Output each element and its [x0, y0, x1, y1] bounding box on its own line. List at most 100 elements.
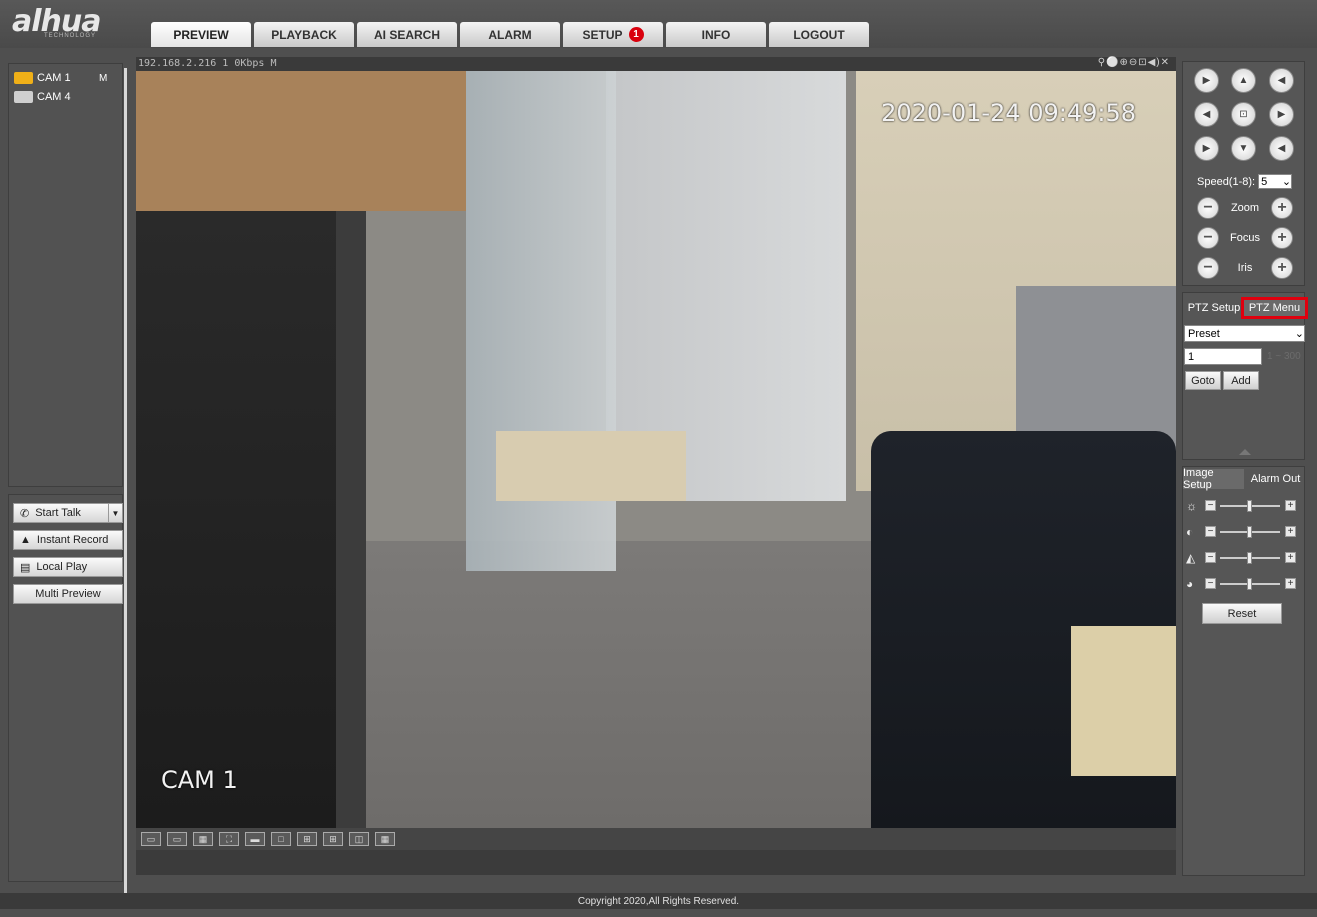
ptz-control-panel: ▶ ▲ ◀ ◀ ⊡ ▶ ▶ ▼ ◀ Speed(1-8): 5 ⌄ − Zoom … [1182, 61, 1305, 286]
ptz-right-icon[interactable]: ▶ [1269, 102, 1294, 127]
fluency-icon[interactable]: ▦ [193, 832, 213, 846]
chevron-down-icon: ▼ [111, 508, 120, 518]
brightness-slider-row: ☼ − + [1186, 499, 1302, 513]
ptz-speed-row: Speed(1-8): 5 ⌄ [1197, 174, 1293, 189]
tab-image-setup[interactable]: Image Setup [1183, 467, 1244, 491]
layout-8-icon[interactable]: ◫ [349, 832, 369, 846]
iris-plus-button[interactable]: + [1270, 257, 1293, 279]
hue-slider-thumb[interactable] [1247, 578, 1252, 590]
hue-plus-button[interactable]: + [1285, 578, 1296, 589]
saturation-minus-button[interactable]: − [1205, 552, 1216, 563]
scene-shelf [136, 211, 366, 828]
brand-logo-sub: TECHNOLOGY [44, 33, 97, 39]
main-stream-toggle[interactable]: M [99, 73, 107, 84]
video-status-bar: 192.168.2.216 1 0Kbps M ⚲⚪⊕⊖⊡◀)✕ [136, 57, 1176, 71]
add-button[interactable]: Add [1223, 371, 1259, 390]
record-icon: ▲ [20, 534, 31, 546]
notification-badge: 1 [628, 27, 644, 42]
brightness-icon: ☼ [1186, 499, 1197, 513]
multi-preview-button[interactable]: Multi Preview [13, 584, 123, 604]
tab-ai-search[interactable]: AI SEARCH [357, 22, 457, 47]
ptz-speed-select[interactable]: 5 ⌄ [1258, 174, 1293, 189]
layout-1x1-icon[interactable]: □ [271, 832, 291, 846]
scene-shelf-frame [336, 211, 366, 828]
panel-splitter[interactable] [124, 68, 127, 908]
live-video-view[interactable]: 2020-01-24 09:49:58 CAM 1 [136, 71, 1176, 828]
goto-button[interactable]: Goto [1185, 371, 1221, 390]
camera-icon [14, 91, 33, 103]
tab-ptz-menu[interactable]: PTZ Menu [1241, 297, 1308, 319]
brightness-plus-button[interactable]: + [1285, 500, 1296, 511]
video-camera-label: CAM 1 [161, 766, 238, 794]
iris-minus-button[interactable]: − [1197, 257, 1219, 279]
saturation-slider-row: ◭ − + [1186, 551, 1302, 565]
scene-desk [1071, 626, 1176, 776]
video-bottom-bar [136, 850, 1176, 875]
footer: Copyright 2020,All Rights Reserved. [0, 893, 1317, 909]
ptz-preset-panel: PTZ Setup PTZ Menu Preset ⌄ 1 1 ~ 300 Go… [1182, 292, 1308, 460]
ratio-original-icon[interactable]: ▭ [141, 832, 161, 846]
collapse-caret-icon[interactable] [1239, 449, 1251, 455]
ratio-adaptive-icon[interactable]: ▭ [167, 832, 187, 846]
tab-setup[interactable]: SETUP 1 [563, 22, 663, 47]
saturation-plus-button[interactable]: + [1285, 552, 1296, 563]
saturation-icon: ◭ [1186, 551, 1196, 565]
layout-1-icon[interactable]: ▬ [245, 832, 265, 846]
tab-ptz-setup[interactable]: PTZ Setup [1185, 297, 1243, 319]
tab-alarm-out[interactable]: Alarm Out [1245, 469, 1306, 489]
reset-button[interactable]: Reset [1202, 603, 1282, 624]
ptz-left-icon[interactable]: ◀ [1194, 102, 1219, 127]
fullscreen-icon[interactable]: ⛶ [219, 832, 239, 846]
talk-dropdown-button[interactable]: ▼ [108, 504, 122, 522]
local-play-button[interactable]: ▤ Local Play [13, 557, 123, 577]
start-talk-button[interactable]: ✆ Start Talk ▼ [13, 503, 123, 523]
camera-item-cam1[interactable]: CAM 1 [14, 72, 71, 84]
preset-number-input[interactable]: 1 [1184, 348, 1262, 365]
ptz-up-icon[interactable]: ▲ [1231, 68, 1256, 93]
camera-list: CAM 1 M CAM 4 [8, 63, 123, 487]
brightness-minus-button[interactable]: − [1205, 500, 1216, 511]
brightness-slider-thumb[interactable] [1247, 500, 1252, 512]
video-timestamp: 2020-01-24 09:49:58 [881, 99, 1136, 127]
preset-mode-select[interactable]: Preset ⌄ [1184, 325, 1305, 342]
contrast-slider-thumb[interactable] [1247, 526, 1252, 538]
saturation-slider-thumb[interactable] [1247, 552, 1252, 564]
preset-range-hint: 1 ~ 300 [1267, 351, 1301, 362]
scene-camera-wall [136, 71, 466, 211]
layout-6-icon[interactable]: ⊞ [323, 832, 343, 846]
focus-minus-button[interactable]: − [1197, 227, 1219, 249]
instant-record-button[interactable]: ▲ Instant Record [13, 530, 123, 550]
tab-info[interactable]: INFO [666, 22, 766, 47]
zoom-in-button[interactable]: + [1271, 197, 1293, 219]
layout-9-icon[interactable]: ▦ [375, 832, 395, 846]
layout-4-icon[interactable]: ⊞ [297, 832, 317, 846]
contrast-plus-button[interactable]: + [1285, 526, 1296, 537]
contrast-icon: ◐ [1186, 525, 1194, 539]
contrast-slider[interactable] [1220, 526, 1280, 538]
brightness-slider[interactable] [1220, 500, 1280, 512]
preview-controls: ✆ Start Talk ▼ ▲ Instant Record ▤ Local … [8, 494, 123, 882]
tab-alarm[interactable]: ALARM [460, 22, 560, 47]
contrast-minus-button[interactable]: − [1205, 526, 1216, 537]
contrast-slider-row: ◐ − + [1186, 525, 1302, 539]
ptz-up-left-icon[interactable]: ▶ [1194, 68, 1219, 93]
ptz-down-right-icon[interactable]: ◀ [1269, 136, 1294, 161]
camera-item-cam4[interactable]: CAM 4 [14, 91, 71, 103]
zoom-out-button[interactable]: − [1197, 197, 1219, 219]
zoom-row: − Zoom + [1197, 197, 1293, 219]
ptz-3d-zoom-icon[interactable]: ⊡ [1231, 102, 1256, 127]
hue-slider[interactable] [1220, 578, 1280, 590]
phone-icon: ✆ [20, 507, 30, 520]
tab-playback[interactable]: PLAYBACK [254, 22, 354, 47]
hue-minus-button[interactable]: − [1205, 578, 1216, 589]
video-toolbar-icons[interactable]: ⚲⚪⊕⊖⊡◀)✕ [1098, 57, 1170, 68]
ptz-up-right-icon[interactable]: ◀ [1269, 68, 1294, 93]
tab-logout[interactable]: LOGOUT [769, 22, 869, 47]
ptz-down-left-icon[interactable]: ▶ [1194, 136, 1219, 161]
image-setup-panel: Image Setup Alarm Out ☼ − + ◐ − + ◭ − + … [1182, 466, 1305, 876]
iris-row: − Iris + [1197, 257, 1293, 279]
saturation-slider[interactable] [1220, 552, 1280, 564]
ptz-down-icon[interactable]: ▼ [1231, 136, 1256, 161]
tab-preview[interactable]: PREVIEW [151, 22, 251, 47]
focus-plus-button[interactable]: + [1271, 227, 1293, 249]
